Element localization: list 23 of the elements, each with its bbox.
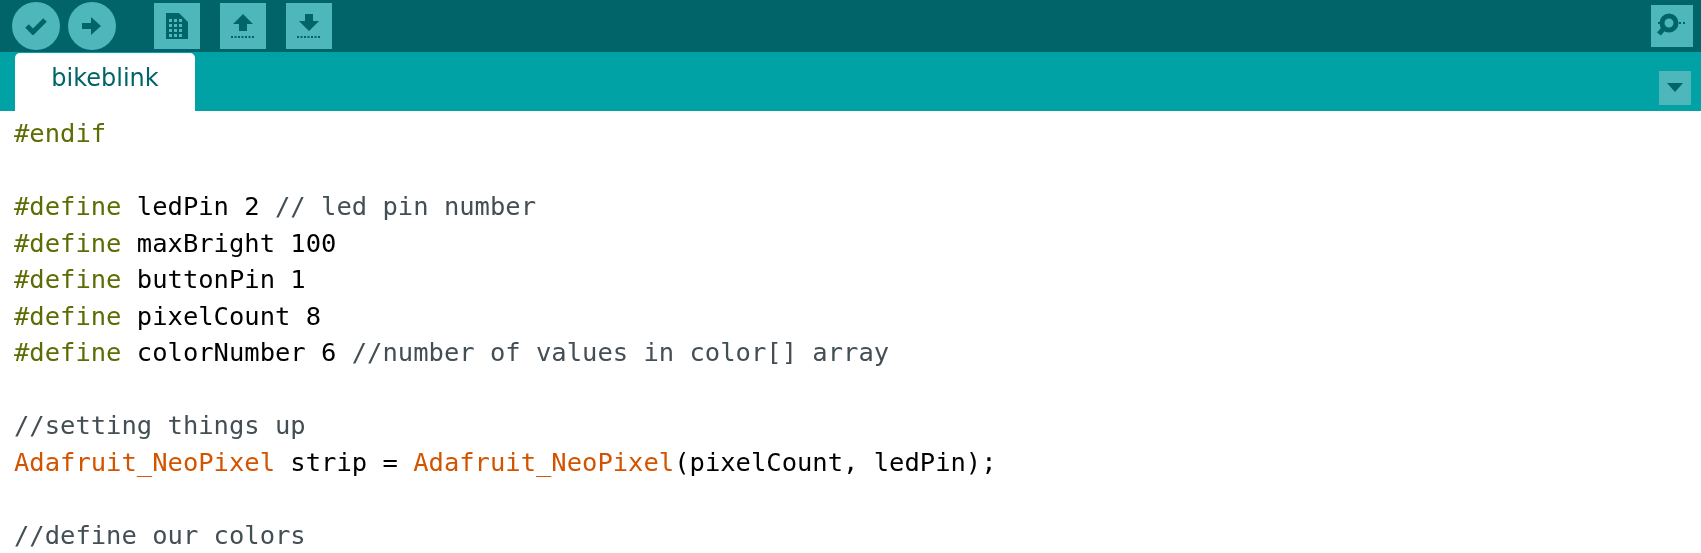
save-button[interactable]: [286, 2, 332, 49]
tab-menu-button[interactable]: [1659, 70, 1691, 105]
up-arrow-icon: [231, 12, 255, 39]
code-line: Adafruit_NeoPixel strip = Adafruit_NeoPixel(pixelCount, ledPin);: [14, 445, 998, 479]
code-line: //setting things up: [14, 409, 307, 442]
code-line: #endif: [14, 117, 108, 150]
verify-button[interactable]: [12, 1, 60, 50]
code-line: #define ledPin 2 // led pin number: [14, 190, 537, 223]
right-arrow-icon: [82, 16, 102, 35]
editor-tab[interactable]: bikeblink: [15, 53, 195, 111]
code-line: //define our colors: [14, 518, 307, 552]
down-arrow-icon: [297, 12, 321, 39]
upload-button[interactable]: [68, 1, 116, 50]
check-icon: [25, 16, 47, 35]
code-line: #define pixelCount 8: [14, 299, 323, 333]
new-button[interactable]: [154, 2, 200, 49]
serial-monitor-button[interactable]: [1651, 4, 1693, 47]
code-line: #define colorNumber 6 //number of values in color[] array: [14, 336, 891, 369]
caret-icon: [1667, 83, 1683, 93]
code-line: #define buttonPin 1: [14, 263, 307, 296]
code-line: #define maxBright 100: [14, 226, 338, 260]
open-button[interactable]: [220, 2, 266, 49]
document-icon: [165, 11, 189, 40]
